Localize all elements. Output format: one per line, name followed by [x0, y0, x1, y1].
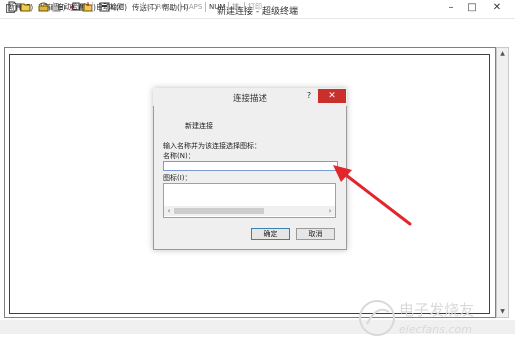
watermark-logo: 电子发烧友 elecfans.com	[355, 288, 505, 344]
watermark-brand: 电子发烧友	[399, 301, 474, 319]
watermark-site: elecfans.com	[399, 323, 472, 336]
